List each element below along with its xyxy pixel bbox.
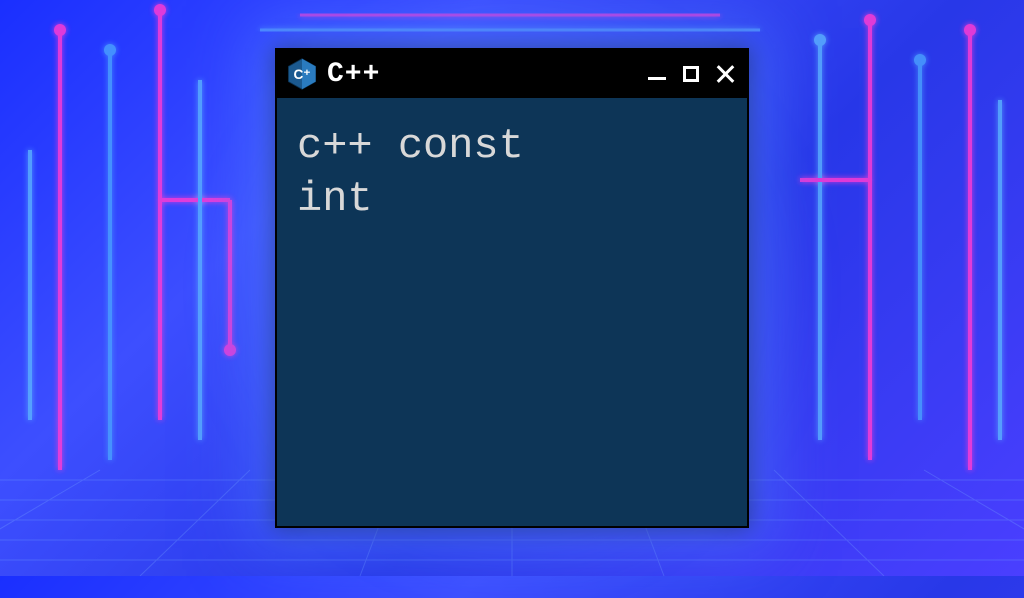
minimize-button[interactable] bbox=[645, 62, 669, 86]
terminal-window: C⁺ C++ c++ const int bbox=[275, 48, 749, 528]
svg-text:C⁺: C⁺ bbox=[294, 67, 311, 82]
maximize-button[interactable] bbox=[679, 62, 703, 86]
maximize-icon bbox=[683, 66, 699, 82]
close-button[interactable] bbox=[713, 62, 737, 86]
titlebar[interactable]: C⁺ C++ bbox=[277, 50, 747, 98]
minimize-icon bbox=[648, 77, 666, 80]
cpp-logo-icon: C⁺ bbox=[285, 57, 319, 91]
terminal-content[interactable]: c++ const int bbox=[277, 98, 747, 247]
close-icon bbox=[715, 64, 735, 84]
window-title: C++ bbox=[327, 59, 637, 90]
window-controls bbox=[645, 62, 737, 86]
